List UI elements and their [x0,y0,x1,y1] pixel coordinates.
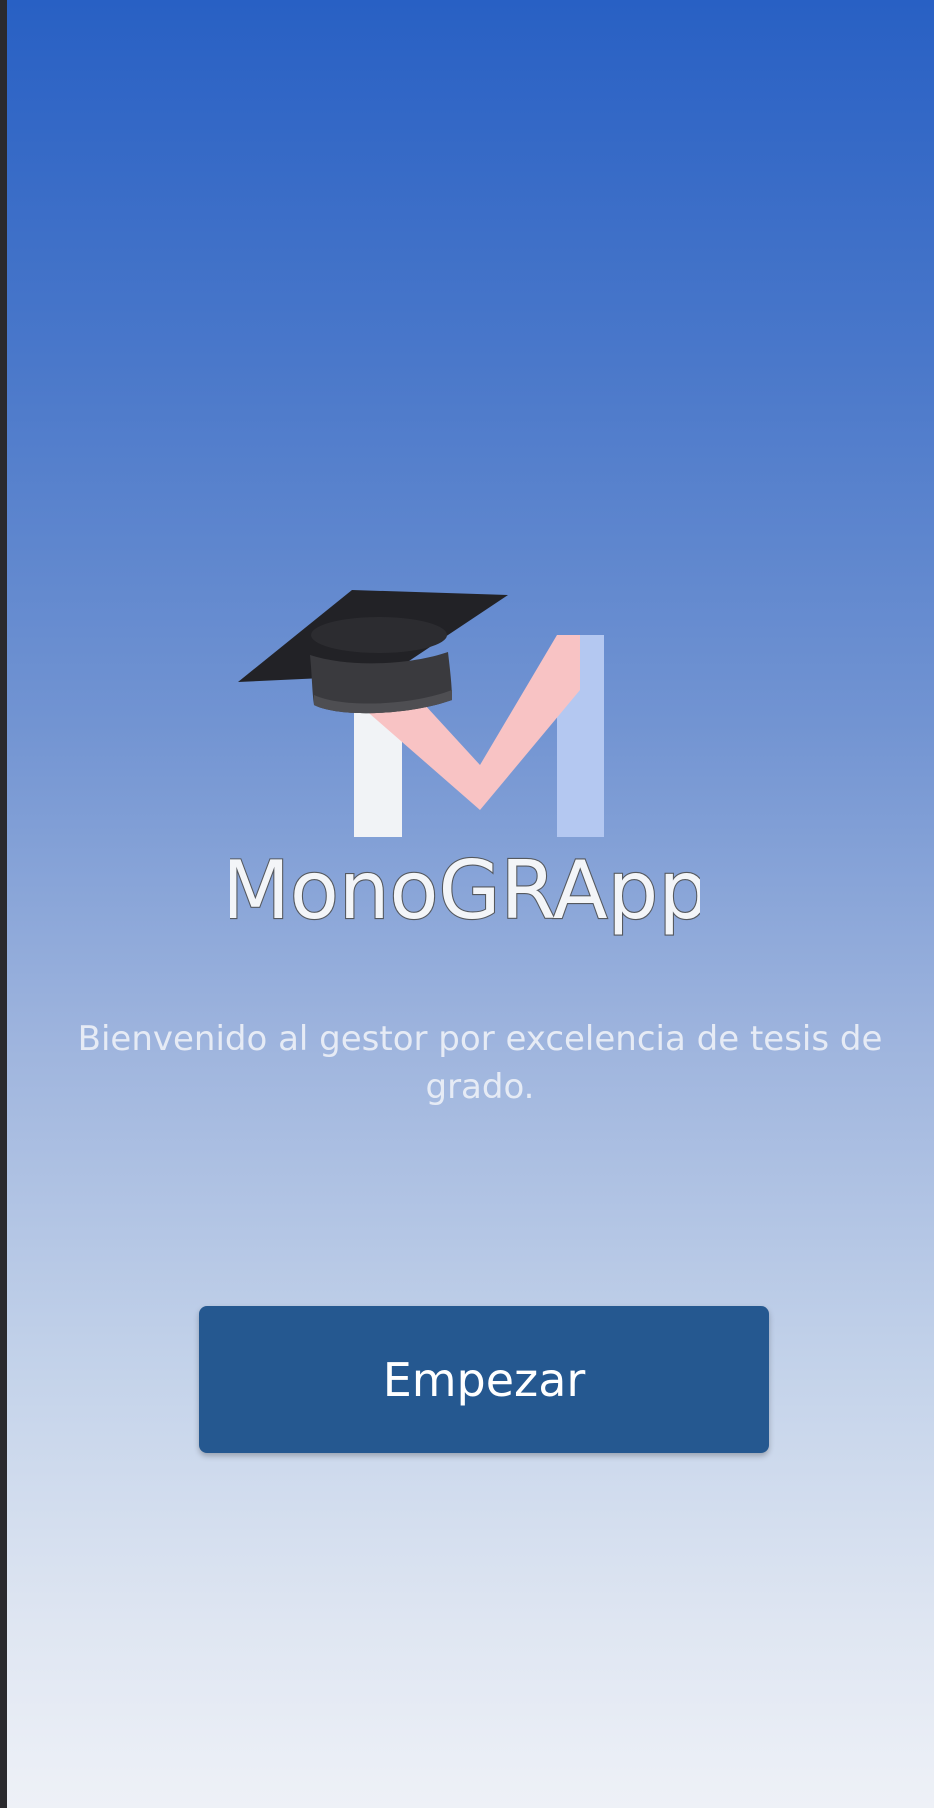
welcome-screen: MonoGRApp Bienvenido al gestor por excel… [0,0,934,1808]
graduation-cap-icon [238,590,508,714]
app-logo: MonoGRApp [230,580,700,940]
welcome-message: Bienvenido al gestor por excelencia de t… [77,1019,883,1107]
logo-graphic: MonoGRApp [230,590,700,938]
wordmark: MonoGRApp [230,844,700,937]
window-edge [0,0,7,1808]
start-button[interactable]: Empezar [199,1306,769,1453]
